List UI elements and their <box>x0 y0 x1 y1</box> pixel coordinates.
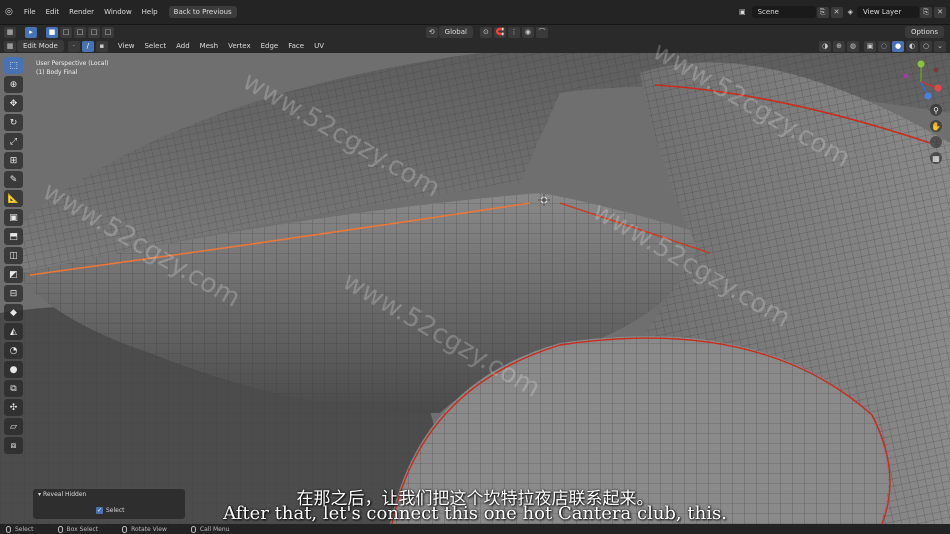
delete-view-layer-icon[interactable]: ✕ <box>934 6 946 18</box>
shading-wireframe-icon[interactable]: ◌ <box>878 40 890 52</box>
tool-shelf: ⬚ ⊕ ✥ ↻ ⤢ ⊞ ✎ 📐 ▣ ⬒ ◫ ◩ ⊟ ◆ ◭ ◔ ● ⧉ ✣ ▱ … <box>4 57 24 456</box>
edge-select-icon[interactable]: / <box>81 40 94 52</box>
view-name: User Perspective (Local) <box>36 60 109 67</box>
select-mode-extend-icon[interactable]: □ <box>60 26 72 38</box>
cursor-tool-icon[interactable]: ⊕ <box>4 76 23 93</box>
shading-material-icon[interactable]: ◐ <box>906 40 918 52</box>
select-mode-new-icon[interactable]: ■ <box>46 26 58 38</box>
rotate-tool-icon[interactable]: ↻ <box>4 114 23 131</box>
menu-add[interactable]: Add <box>171 42 195 50</box>
shading-options-icon[interactable]: ⌄ <box>934 40 946 52</box>
menu-edit[interactable]: Edit <box>41 8 65 16</box>
proportional-edit-icon[interactable]: ◉ <box>521 26 534 38</box>
menu-select[interactable]: Select <box>139 42 171 50</box>
rip-tool-icon[interactable]: ⧈ <box>4 437 23 454</box>
perspective-toggle-icon[interactable]: ▦ <box>930 152 942 164</box>
new-scene-icon[interactable]: ⎘ <box>816 6 829 18</box>
menu-view[interactable]: View <box>113 42 140 50</box>
knife-tool-icon[interactable]: ◆ <box>4 304 23 321</box>
overlays-toggle-icon[interactable]: ◍ <box>847 40 859 52</box>
menu-edge[interactable]: Edge <box>256 42 284 50</box>
select-mode-invert-icon[interactable]: □ <box>88 26 100 38</box>
mode-header: ▦ Edit Mode · / ▪ View Select Add Mesh V… <box>0 39 950 53</box>
face-select-icon[interactable]: ▪ <box>95 40 108 52</box>
vertex-select-icon[interactable]: · <box>67 40 80 52</box>
back-to-previous-button[interactable]: Back to Previous <box>168 6 237 18</box>
options-dropdown[interactable]: Options <box>904 26 944 38</box>
editor-type-icon[interactable]: ▦ <box>4 26 16 38</box>
loop-cut-tool-icon[interactable]: ⊟ <box>4 285 23 302</box>
blender-logo-icon[interactable]: ◎ <box>5 7 13 17</box>
shading-solid-icon[interactable]: ● <box>892 40 904 52</box>
menu-uv[interactable]: UV <box>309 42 329 50</box>
menu-mesh[interactable]: Mesh <box>195 42 223 50</box>
scale-tool-icon[interactable]: ⤢ <box>4 133 23 150</box>
view-object-types-icon[interactable]: ◑ <box>819 40 831 52</box>
object-name: (1) Body Final <box>36 69 78 76</box>
menu-window[interactable]: Window <box>99 8 137 16</box>
new-view-layer-icon[interactable]: ⎘ <box>920 6 932 18</box>
viewport-info: User Perspective (Local) (1) Body Final <box>36 59 108 77</box>
pivot-point-icon[interactable]: ⊙ <box>479 26 492 38</box>
status-rotate-view: Rotate View <box>131 525 167 533</box>
poly-build-tool-icon[interactable]: ◭ <box>4 323 23 340</box>
status-select: Select <box>15 525 34 533</box>
status-call-menu: Call Menu <box>199 525 230 533</box>
mouse-right-icon <box>190 525 196 533</box>
mouse-left-icon <box>6 525 11 533</box>
scene-field[interactable]: Scene <box>751 6 816 18</box>
subtitle-english: After that, let's connect this one hot C… <box>223 503 727 524</box>
status-bar: Select Box Select Rotate View Call Menu <box>0 524 950 534</box>
menu-help[interactable]: Help <box>137 8 163 16</box>
bevel-tool-icon[interactable]: ◩ <box>4 266 23 283</box>
navigation-controls: ⚲ ✋ 🎥 ▦ <box>930 104 942 168</box>
measure-tool-icon[interactable]: 📐 <box>4 190 23 207</box>
gizmo-toggle-icon[interactable]: ⊕ <box>833 40 845 52</box>
select-mode-subtract-icon[interactable]: □ <box>74 26 86 38</box>
view-layer-field[interactable]: View Layer <box>857 6 919 18</box>
extrude-tool-icon[interactable]: ⬒ <box>4 228 23 245</box>
status-box-select: Box Select <box>66 525 99 533</box>
snap-icon[interactable]: 🧲 <box>493 26 506 38</box>
zoom-icon[interactable]: ⚲ <box>930 104 942 116</box>
menu-face[interactable]: Face <box>283 42 309 50</box>
menu-vertex[interactable]: Vertex <box>223 42 256 50</box>
inset-tool-icon[interactable]: ◫ <box>4 247 23 264</box>
view-layer-icon: ◈ <box>847 8 853 16</box>
select-mode-intersect-icon[interactable]: □ <box>102 26 114 38</box>
transform-tool-icon[interactable]: ⊞ <box>4 152 23 169</box>
navigation-gizmo[interactable] <box>898 58 944 106</box>
select-tool-icon[interactable]: ▸ <box>25 26 37 38</box>
top-bar: ◎ File Edit Render Window Help Back to P… <box>0 0 950 25</box>
snap-target-icon[interactable]: ⋮ <box>507 26 520 38</box>
mouse-drag-icon <box>57 525 63 533</box>
shear-tool-icon[interactable]: ▱ <box>4 418 23 435</box>
shading-rendered-icon[interactable]: ○ <box>920 40 932 52</box>
edit-mode-icon: ▦ <box>4 40 16 52</box>
add-cube-tool-icon[interactable]: ▣ <box>4 209 23 226</box>
menu-render[interactable]: Render <box>64 8 99 16</box>
xray-toggle-icon[interactable]: ▣ <box>864 40 876 52</box>
camera-view-icon[interactable]: 🎥 <box>930 136 942 148</box>
menu-file[interactable]: File <box>19 8 41 16</box>
select-box-tool-icon[interactable]: ⬚ <box>4 57 23 74</box>
orientation-icon: ⟲ <box>425 26 438 38</box>
smooth-tool-icon[interactable]: ● <box>4 361 23 378</box>
transform-orientation-dropdown[interactable]: Global <box>438 26 473 38</box>
mode-dropdown[interactable]: Edit Mode <box>17 40 64 52</box>
scene-icon: ▣ <box>738 8 746 16</box>
delete-scene-icon[interactable]: ✕ <box>830 6 843 18</box>
annotate-tool-icon[interactable]: ✎ <box>4 171 23 188</box>
proportional-falloff-icon[interactable]: ⌒ <box>535 26 548 38</box>
spin-tool-icon[interactable]: ◔ <box>4 342 23 359</box>
tool-header: ▦ ▸ ■ □ □ □ □ ⟲ Global ⊙ 🧲 ⋮ ◉ ⌒ Options <box>0 25 950 39</box>
pan-hand-icon[interactable]: ✋ <box>930 120 942 132</box>
mouse-middle-icon <box>122 525 128 533</box>
shrink-fatten-tool-icon[interactable]: ✣ <box>4 399 23 416</box>
edge-slide-tool-icon[interactable]: ⧉ <box>4 380 23 397</box>
move-tool-icon[interactable]: ✥ <box>4 95 23 112</box>
